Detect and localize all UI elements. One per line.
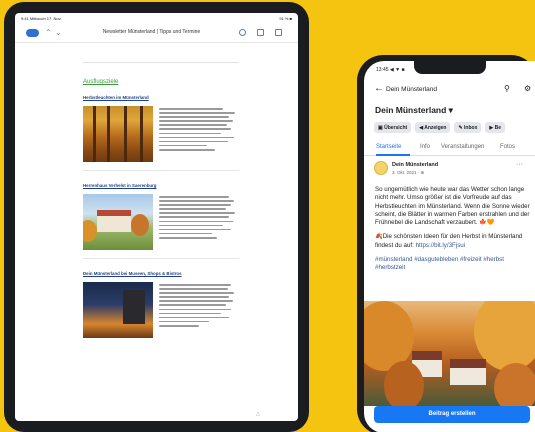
post-link[interactable]: https://bit.ly/3Fjsui	[416, 242, 466, 249]
post-paragraph: So ungemütlich wie heute war das Wetter …	[375, 186, 530, 227]
phone-screen: 13:45 ◀ ▼ ■ ← Dein Münsterland ⚲ ⚙ Dein …	[364, 61, 535, 432]
mail-toolbar: ⌃ ⌄ Newsletter Münsterland | Tipps und T…	[15, 25, 298, 43]
city-night-image[interactable]	[83, 282, 153, 338]
share-icon[interactable]: △	[256, 411, 260, 417]
page-tabs: Startseite Info Veranstaltungen Fotos	[364, 141, 535, 156]
newsletter-top-rule	[83, 62, 239, 63]
manor-house-image[interactable]	[83, 194, 153, 250]
tab-fotos[interactable]: Fotos	[500, 144, 515, 150]
article-card	[83, 106, 239, 162]
newsletter-content: Ausflugsziele Herbstleuchten im Münsterl…	[83, 65, 239, 346]
pin-icon[interactable]	[239, 29, 246, 36]
article-title[interactable]: Herrenhaus Verhelst in Saerenburg	[83, 183, 239, 188]
phone-device: 13:45 ◀ ▼ ■ ← Dein Münsterland ⚲ ⚙ Dein …	[357, 55, 535, 432]
gear-icon[interactable]: ⚙	[524, 84, 531, 93]
phone-nav-bar: ← Dein Münsterland ⚲ ⚙	[364, 81, 535, 99]
post-date: 3. Okt. 2021 · ⊕	[392, 170, 425, 175]
back-arrow-icon[interactable]: ←	[374, 83, 384, 94]
article-divider	[83, 170, 239, 171]
post-header: Dein Münsterland 3. Okt. 2021 · ⊕ ···	[374, 161, 529, 181]
post-author[interactable]: Dein Münsterland	[392, 162, 438, 168]
more-options-icon[interactable]: ···	[516, 161, 523, 168]
article-teaser-text	[159, 194, 239, 250]
article-divider	[83, 258, 239, 259]
tab-veranstaltungen[interactable]: Veranstaltungen	[441, 144, 484, 150]
admin-chips: ▣ Übersicht ◀ Anzeigen ✎ Inbox ▶ Be	[374, 122, 506, 133]
post-body: So ungemütlich wie heute war das Wetter …	[375, 186, 532, 279]
autumn-forest-image[interactable]	[83, 106, 153, 162]
chevron-down-icon[interactable]: ⌄	[55, 26, 62, 40]
avatar[interactable]	[374, 161, 388, 175]
phone-status-time: 13:45 ◀ ▼ ■	[376, 67, 405, 73]
article-title[interactable]: Dein Münsterland bei Museen, Shops & Bis…	[83, 271, 239, 276]
post-paragraph-link: 🍂Die schönsten Ideen für den Herbst in M…	[375, 233, 532, 250]
folder-icon[interactable]	[257, 29, 264, 36]
phone-notch	[414, 61, 486, 74]
article-card	[83, 194, 239, 250]
page-name-dropdown[interactable]: Dein Münsterland ▾	[375, 105, 453, 116]
article-title[interactable]: Herbstleuchten im Münsterland	[83, 95, 239, 100]
trash-icon[interactable]	[275, 29, 282, 36]
chip-more[interactable]: ▶ Be	[485, 122, 506, 133]
post-photo[interactable]	[364, 301, 535, 406]
tab-info[interactable]: Info	[420, 144, 430, 150]
tablet-status-battery: 91 % ■	[279, 16, 292, 21]
article-teaser-text	[159, 282, 239, 338]
section-heading[interactable]: Ausflugsziele	[83, 79, 239, 85]
tab-startseite[interactable]: Startseite	[376, 144, 401, 150]
chevron-up-icon[interactable]: ⌃	[45, 26, 52, 40]
chip-ads[interactable]: ◀ Anzeigen	[415, 122, 451, 133]
article-card	[83, 282, 239, 338]
tablet-status-time: 9:41 Mittwoch 17. Nov.	[21, 16, 62, 21]
tablet-status-bar: 9:41 Mittwoch 17. Nov. 91 % ■	[15, 13, 298, 23]
active-tab-indicator	[376, 154, 410, 156]
chip-inbox[interactable]: ✎ Inbox	[454, 122, 482, 133]
post-hashtags[interactable]: #münsterland #dasgutebleben #freizeit #h…	[375, 256, 532, 273]
search-icon[interactable]: ⚲	[504, 84, 510, 93]
tablet-device: 9:41 Mittwoch 17. Nov. 91 % ■ ⌃ ⌄ Newsle…	[4, 2, 309, 432]
mail-subject-title: Newsletter Münsterland | Tipps und Termi…	[102, 29, 201, 35]
article-teaser-text	[159, 106, 239, 162]
nav-title: Dein Münsterland	[386, 86, 437, 93]
tablet-screen: 9:41 Mittwoch 17. Nov. 91 % ■ ⌃ ⌄ Newsle…	[15, 13, 298, 421]
create-post-button[interactable]: Beitrag erstellen	[374, 406, 530, 423]
sidebar-toggle-icon[interactable]	[26, 29, 39, 37]
chip-overview[interactable]: ▣ Übersicht	[374, 122, 412, 133]
